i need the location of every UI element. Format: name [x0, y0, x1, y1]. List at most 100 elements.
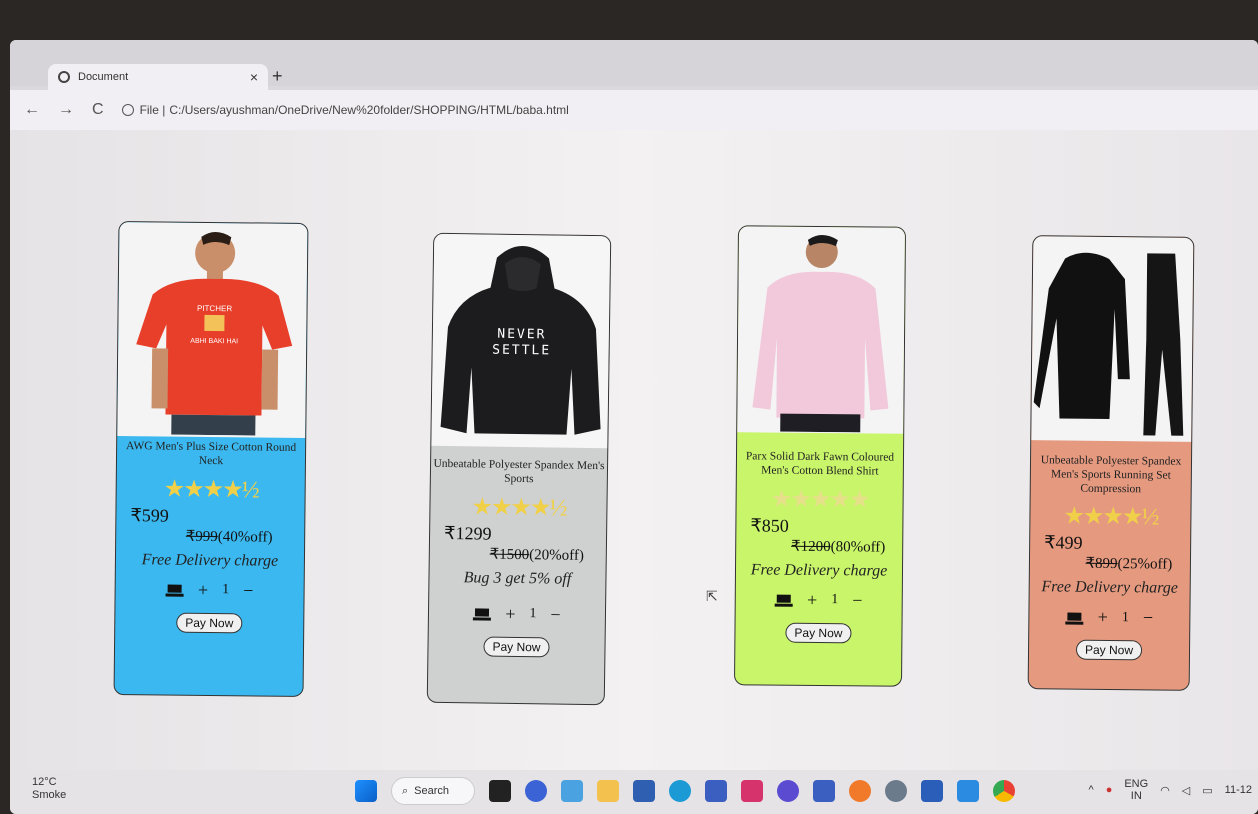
old-price-line: ₹1500(20%off): [490, 544, 585, 564]
discount: (20%off): [529, 546, 585, 564]
product-price: ₹499: [1044, 532, 1083, 554]
minus-button[interactable]: −: [852, 590, 862, 611]
discount: (40%off): [217, 528, 273, 546]
rating-stars: ★★★★★: [770, 486, 869, 514]
product-price: ₹850: [750, 514, 789, 536]
cart-controls: + 1 −: [775, 589, 862, 611]
task-view-icon[interactable]: [489, 780, 511, 802]
cart-icon[interactable]: [473, 606, 492, 621]
taskbar-search[interactable]: ⌕ Search: [391, 777, 475, 805]
cart-controls: + 1 −: [1065, 607, 1153, 629]
clock[interactable]: 11-12: [1225, 784, 1252, 796]
product-name: AWG Men's Plus Size Cotton Round Neck: [125, 440, 297, 467]
product-price: ₹1299: [443, 522, 492, 544]
product-card: Unbeatable Polyester Spandex Men's Sport…: [1027, 235, 1195, 691]
chrome-icon[interactable]: [993, 780, 1015, 802]
quantity: 1: [222, 582, 230, 598]
globe-icon: [58, 71, 70, 83]
product-price: ₹599: [130, 504, 169, 526]
cart-controls: + 1 −: [165, 579, 253, 601]
new-tab-button[interactable]: +: [272, 66, 283, 87]
info-icon[interactable]: [121, 104, 134, 116]
system-tray: ^ ● ENG IN ◠ ◁ ▭ 11-12: [1089, 778, 1252, 802]
minus-button[interactable]: −: [243, 580, 253, 601]
promo-text: Free Delivery charge: [141, 550, 279, 570]
product-name: Parx Solid Dark Fawn Coloured Men's Cott…: [745, 450, 895, 478]
rating-stars: ★★★★½: [1063, 503, 1158, 531]
plus-button[interactable]: +: [505, 603, 515, 624]
product-image: [737, 226, 905, 434]
tray-app-icon[interactable]: ●: [1106, 784, 1113, 796]
lang-line-1: ENG: [1124, 778, 1149, 790]
taskbar: 12°C Smoke ⌕ Search ^ ● ENG IN ◠ ◁ ▭ 11-…: [10, 770, 1258, 814]
browser-titlebar: Document × + ⌄ —: [10, 40, 1258, 124]
old-price-line: ₹1200(80%off): [791, 536, 885, 556]
widgets-icon[interactable]: [561, 780, 583, 802]
old-price: ₹999: [185, 528, 218, 545]
product-card: Parx Solid Dark Fawn Coloured Men's Cott…: [733, 225, 907, 687]
language-indicator[interactable]: ENG IN: [1124, 778, 1148, 802]
pay-now-button[interactable]: Pay Now: [785, 622, 852, 643]
pay-now-button[interactable]: Pay Now: [483, 636, 550, 658]
hoodie-print-line-1: NEVER: [497, 327, 546, 343]
hoodie-image: NEVER SETTLE: [440, 246, 601, 435]
old-price: ₹1500: [489, 546, 530, 563]
vscode-icon[interactable]: [957, 780, 979, 802]
weather-condition: Smoke: [32, 789, 67, 802]
old-price: ₹899: [1085, 556, 1118, 573]
plus-button[interactable]: +: [807, 589, 817, 610]
promo-text: Free Delivery charge: [750, 560, 888, 580]
windows-start-icon[interactable]: [355, 780, 377, 802]
pay-now-button[interactable]: Pay Now: [176, 612, 243, 633]
tab-close-icon[interactable]: ×: [250, 69, 258, 85]
product-image: PITCHER ABHI BAKI HAI: [117, 222, 308, 438]
cart-icon[interactable]: [165, 582, 185, 597]
tee-print-line-2: ABHI BAKI HAI: [190, 338, 238, 346]
quantity: 1: [1121, 610, 1129, 626]
taskbar-apps: ⌕ Search: [355, 777, 1015, 805]
search-icon: ⌕: [402, 784, 409, 797]
settings-gear-icon[interactable]: [885, 780, 907, 802]
discount: (25%off): [1117, 556, 1173, 574]
chat-icon[interactable]: [525, 780, 547, 802]
address-bar: ← → C File | C:/Users/ayushman/OneDrive/…: [10, 90, 1258, 130]
minus-button[interactable]: −: [550, 604, 560, 625]
edge-icon[interactable]: [669, 780, 691, 802]
rating-stars: ★★★★½: [163, 476, 258, 504]
word-icon[interactable]: [921, 780, 943, 802]
url-field[interactable]: C:/Users/ayushman/OneDrive/New%20folder/…: [169, 103, 568, 117]
old-price: ₹1200: [791, 538, 831, 555]
minus-button[interactable]: −: [1143, 608, 1153, 629]
product-image: NEVER SETTLE: [431, 233, 611, 449]
old-price-line: ₹899(25%off): [1085, 554, 1172, 574]
product-name: Unbeatable Polyester Spandex Men's Sport…: [433, 457, 605, 486]
copilot-icon[interactable]: [777, 780, 799, 802]
app-icon[interactable]: [705, 780, 727, 802]
wifi-icon[interactable]: ◠: [1160, 784, 1170, 797]
app-icon-2[interactable]: [813, 780, 835, 802]
reload-icon[interactable]: C: [92, 101, 104, 119]
monitor-screen: Document × + ⌄ — ← → C File | C:/Users/a…: [10, 40, 1258, 814]
cart-icon[interactable]: [1065, 610, 1084, 625]
temperature: 12°C: [32, 776, 57, 788]
pay-now-button[interactable]: Pay Now: [1075, 640, 1143, 661]
plus-button[interactable]: +: [1098, 607, 1108, 628]
weather-widget[interactable]: 12°C Smoke: [32, 776, 66, 802]
firefox-icon[interactable]: [849, 780, 871, 802]
volume-icon[interactable]: ◁: [1182, 784, 1190, 797]
file-explorer-icon[interactable]: [597, 780, 619, 802]
discount: (80%off): [830, 538, 886, 556]
tab-document[interactable]: Document ×: [48, 64, 268, 90]
shirt-model-image: [752, 235, 889, 433]
store-icon[interactable]: [633, 780, 655, 802]
forward-icon[interactable]: →: [58, 101, 74, 119]
back-icon[interactable]: ←: [24, 101, 40, 119]
tee-print-line-1: PITCHER: [197, 304, 232, 313]
plus-button[interactable]: +: [198, 579, 208, 600]
chevron-up-icon[interactable]: ^: [1089, 784, 1094, 796]
instagram-icon[interactable]: [741, 780, 763, 802]
battery-icon[interactable]: ▭: [1202, 784, 1212, 797]
cart-icon[interactable]: [775, 592, 794, 607]
tshirt-model-image: PITCHER ABHI BAKI HAI: [136, 232, 293, 436]
mouse-cursor-icon: ⇱: [706, 588, 718, 604]
